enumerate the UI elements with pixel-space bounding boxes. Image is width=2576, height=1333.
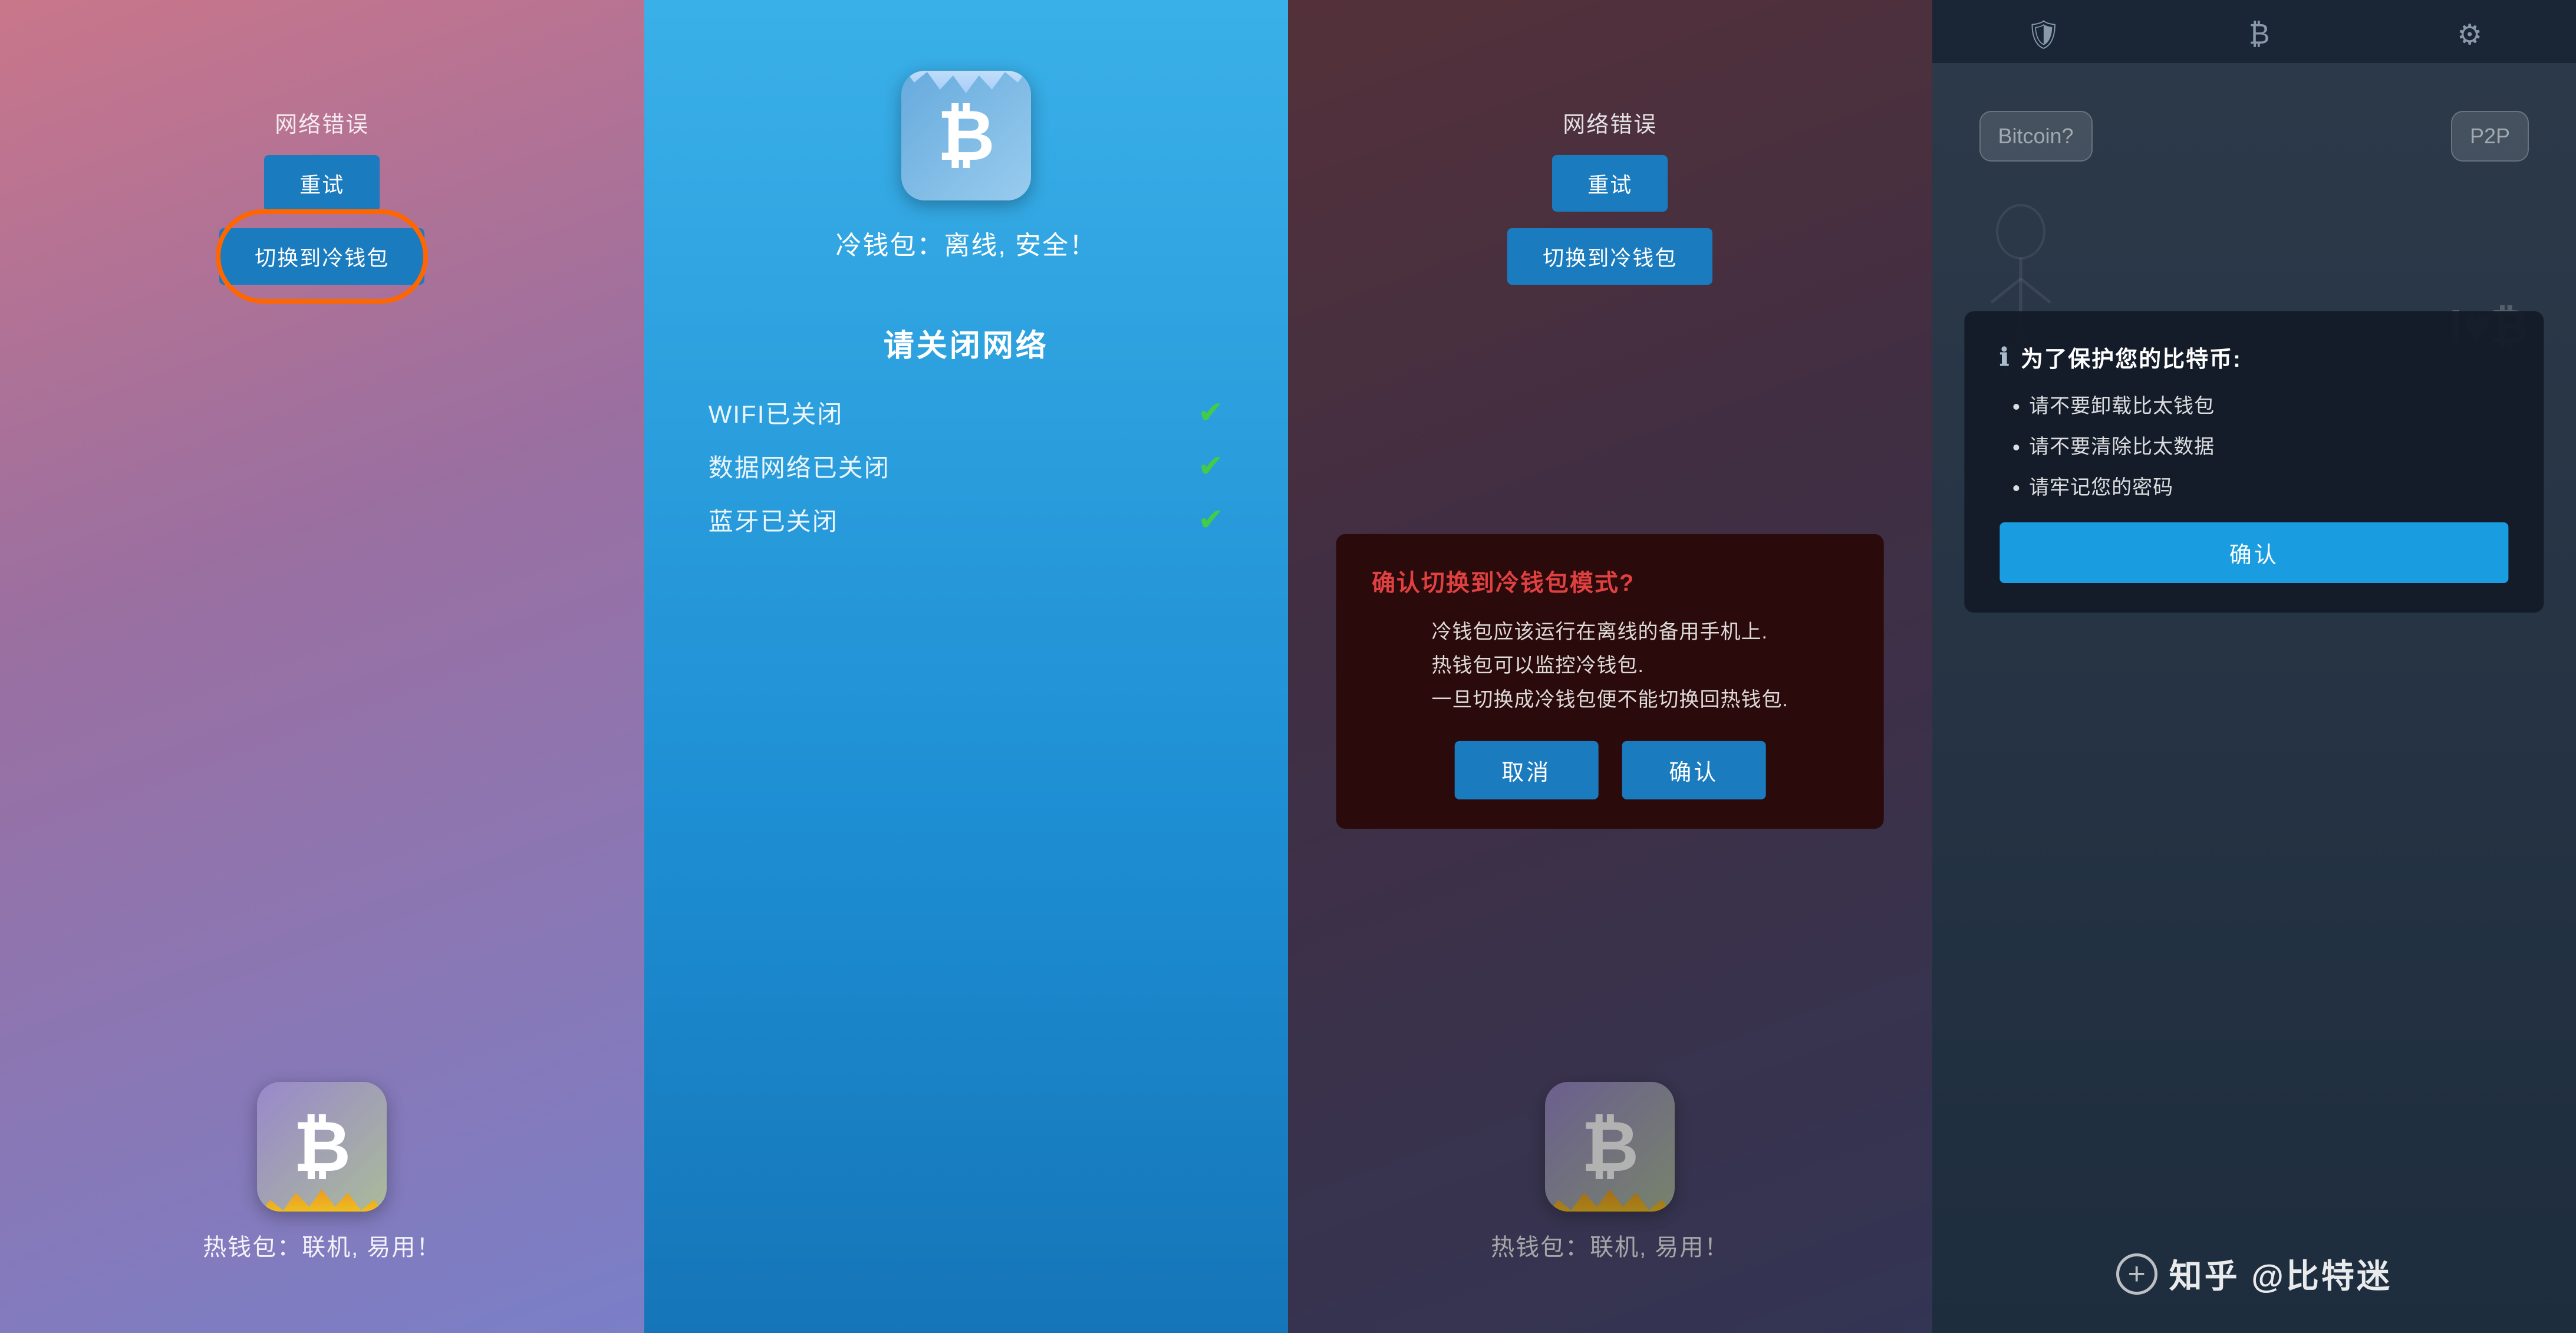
panel1-switch-wrapper: 切换到冷钱包 <box>219 228 424 285</box>
shield-icon: 🛡 <box>2025 18 2061 51</box>
watermark-text: 知乎 @比特迷 <box>2169 1250 2392 1298</box>
panel2-wifi-label: WIFI已关闭 <box>709 394 844 430</box>
panel3-error-area: 网络错误 重试 切换到冷钱包 <box>1507 106 1712 285</box>
panel4-protect-dialog: ℹ 为了保护您的比特币: 请不要卸载比太钱包 请不要清除比太数据 请牢记您的密码… <box>1964 311 2544 613</box>
panel-1: 网络错误 重试 切换到冷钱包 ₿ 热钱包：联机, 易用！ <box>0 0 644 1333</box>
panel1-error-area: 网络错误 重试 切换到冷钱包 <box>219 106 424 285</box>
panel4-header: 🛡 ₿ ⚙ <box>1932 0 2576 64</box>
btc-symbol-cold: ₿ <box>937 95 995 176</box>
panel3-bitcoin-icon: ₿ <box>1545 1082 1675 1212</box>
panel2-cold-wallet-title: 冷钱包：离线, 安全！ <box>836 224 1096 262</box>
protect-list: 请不要卸载比太钱包 请不要清除比太数据 请牢记您的密码 <box>1999 390 2215 500</box>
panel2-data-label: 数据网络已关闭 <box>709 448 890 484</box>
panel3-dialog-body: 冷钱包应该运行在离线的备用手机上.热钱包可以监控冷钱包.一旦切换成冷钱包便不能切… <box>1432 615 1788 717</box>
panel-4: 🛡 ₿ ⚙ Bitcoin? P2P I♥₿ <box>1932 0 2576 1333</box>
panel2-wifi-check: ✔ <box>1198 395 1224 430</box>
panel4-speech-left: Bitcoin? <box>1979 111 2093 162</box>
panel4-illustration-area: Bitcoin? P2P I♥₿ ℹ 为了保护您的比 <box>1932 64 2576 1333</box>
panel3-confirm-dialog: 确认切换到冷钱包模式? 冷钱包应该运行在离线的备用手机上.热钱包可以监控冷钱包.… <box>1336 534 1884 828</box>
panel3-retry-button[interactable]: 重试 <box>1552 155 1668 212</box>
watermark-plus-icon: + <box>2116 1253 2157 1295</box>
btc-symbol: ₿ <box>293 1106 351 1187</box>
panel1-bottom-label: 热钱包：联机, 易用！ <box>203 1228 441 1262</box>
panel4-main: Bitcoin? P2P I♥₿ ℹ 为了保护您的比 <box>1932 64 2576 1333</box>
protect-item-2: 请不要清除比太数据 <box>2029 430 2215 459</box>
panel1-bitcoin-icon: ₿ <box>257 1082 387 1212</box>
panel-3: 网络错误 重试 切换到冷钱包 确认切换到冷钱包模式? 冷钱包应该运行在离线的备用… <box>1288 0 1932 1333</box>
panel-2: ₿ 冷钱包：离线, 安全！ 请关闭网络 WIFI已关闭 ✔ 数据网络已关闭 ✔ … <box>644 0 1289 1333</box>
panel3-confirm-button[interactable]: 确认 <box>1622 741 1765 799</box>
panel3-switch-button[interactable]: 切换到冷钱包 <box>1507 228 1712 285</box>
panel2-bitcoin-icon: ₿ <box>901 71 1031 200</box>
panel2-turn-off-label: 请关闭网络 <box>884 321 1049 365</box>
panel2-data-item: 数据网络已关闭 ✔ <box>709 448 1224 484</box>
panel3-bottom-area: ₿ 热钱包：联机, 易用！ <box>1491 1082 1729 1262</box>
info-icon: ℹ <box>1999 343 2010 371</box>
panel1-bottom-area: ₿ 热钱包：联机, 易用！ <box>203 1082 441 1262</box>
btc-symbol-p3: ₿ <box>1581 1106 1639 1187</box>
panel2-content: ₿ 冷钱包：离线, 安全！ 请关闭网络 WIFI已关闭 ✔ 数据网络已关闭 ✔ … <box>644 71 1289 538</box>
bitcoin-header-icon: ₿ <box>2249 18 2270 51</box>
panel1-switch-button[interactable]: 切换到冷钱包 <box>219 228 424 285</box>
panel4-protect-title: ℹ 为了保护您的比特币: <box>1999 341 2242 373</box>
panel4-confirm-button[interactable]: 确认 <box>1999 522 2508 583</box>
panel2-wifi-item: WIFI已关闭 ✔ <box>709 394 1224 430</box>
protect-item-1: 请不要卸载比太钱包 <box>2029 390 2215 419</box>
panel3-dialog-title: 确认切换到冷钱包模式? <box>1372 563 1635 597</box>
panel2-bluetooth-item: 蓝牙已关闭 ✔ <box>709 502 1224 538</box>
panel3-bottom-label: 热钱包：联机, 易用！ <box>1491 1228 1729 1262</box>
gear-icon: ⚙ <box>2457 18 2482 51</box>
protect-title-text: 为了保护您的比特币: <box>2021 341 2242 373</box>
protect-item-3: 请牢记您的密码 <box>2029 471 2215 500</box>
panel1-network-error-label: 网络错误 <box>275 106 369 139</box>
panel3-content: 网络错误 重试 切换到冷钱包 确认切换到冷钱包模式? 冷钱包应该运行在离线的备用… <box>1288 0 1932 1333</box>
panel4-watermark: + 知乎 @比特迷 <box>1932 1250 2576 1298</box>
panel3-cancel-button[interactable]: 取消 <box>1454 741 1598 799</box>
panel2-bluetooth-check: ✔ <box>1198 502 1224 538</box>
panel2-data-check: ✔ <box>1198 449 1224 484</box>
panel1-retry-button[interactable]: 重试 <box>264 155 380 212</box>
panel2-network-list: WIFI已关闭 ✔ 数据网络已关闭 ✔ 蓝牙已关闭 ✔ <box>709 394 1224 538</box>
panel2-bluetooth-label: 蓝牙已关闭 <box>709 502 838 538</box>
panel3-dialog-buttons: 取消 确认 <box>1372 741 1849 799</box>
panel3-network-error-label: 网络错误 <box>1563 106 1657 139</box>
panel4-speech-right: P2P <box>2451 111 2529 162</box>
